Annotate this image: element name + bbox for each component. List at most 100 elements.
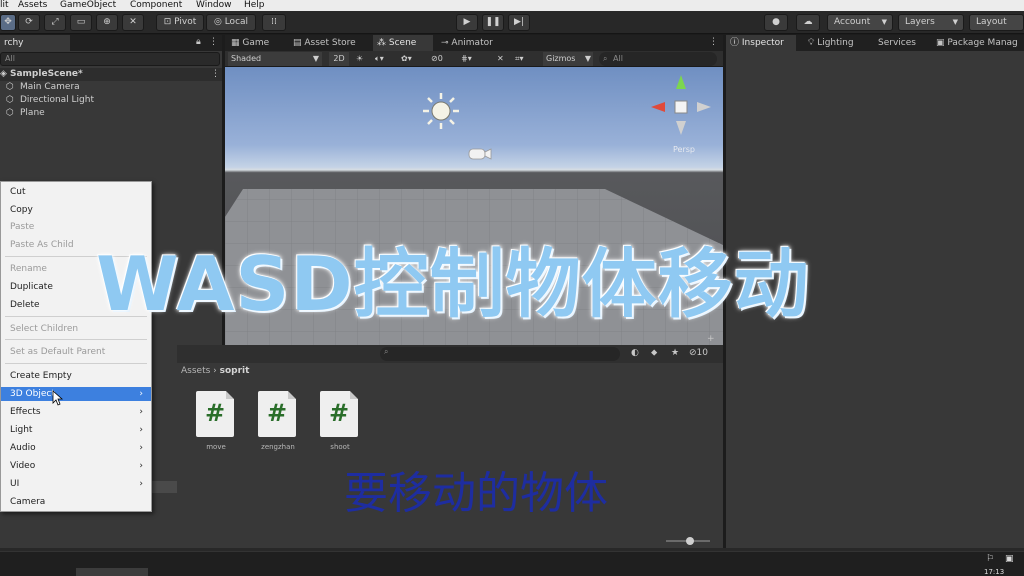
chevron-down-icon: ▼ — [952, 18, 958, 26]
tab-game[interactable]: ▦ Game — [227, 35, 285, 51]
audio-toggle-icon[interactable]: 🔈︎▾ — [375, 52, 397, 66]
more-icon[interactable]: ⋮ — [209, 37, 218, 47]
tab-inspector[interactable]: ⓘ Inspector — [726, 35, 796, 51]
taskbar-app-button[interactable] — [76, 568, 148, 576]
menu-item-label: Rename — [10, 264, 47, 274]
project-toolbar: ⌕ ◐ ⬥ ★ ⊘10 + — [177, 334, 723, 363]
tab-label: Asset Store — [304, 38, 356, 48]
pause-button[interactable]: ❚❚ — [482, 14, 504, 31]
menu-window[interactable]: Window — [196, 0, 232, 11]
tab-label: Inspector — [741, 38, 784, 48]
menu-item-create-empty[interactable]: Create Empty — [1, 369, 151, 383]
menu-item-ui[interactable]: UI › — [1, 477, 151, 491]
tab-services[interactable]: Services — [874, 35, 930, 51]
breadcrumb: Assets › soprit — [181, 366, 249, 376]
tab-package-manager[interactable]: ▣ Package Manag — [932, 35, 1024, 51]
menu-item-effects[interactable]: Effects › — [1, 405, 151, 419]
hierarchy-item-directional-light[interactable]: ⬡ Directional Light — [0, 94, 222, 107]
menu-item-label: Cut — [10, 187, 26, 197]
bulb-icon: 💡︎ — [808, 38, 815, 48]
scale-tool-button[interactable]: ⤢ — [44, 14, 66, 31]
grid-snap-button[interactable]: ⁞⁞ — [262, 14, 286, 31]
scene-row[interactable]: ◈ SampleScene* ⋮ — [0, 68, 222, 81]
rect-tool-button[interactable]: ▭ — [70, 14, 92, 31]
more-icon[interactable]: ⋮ — [211, 68, 220, 81]
pivot-toggle[interactable]: ⊡ Pivot — [156, 14, 204, 31]
tab-lighting[interactable]: 💡︎ Lighting — [804, 35, 868, 51]
breadcrumb-folder[interactable]: soprit — [220, 366, 250, 376]
camera-settings-icon[interactable]: ⌗▾ — [515, 52, 537, 66]
collab-icon[interactable]: ● — [764, 14, 788, 31]
play-button[interactable]: ▶ — [456, 14, 478, 31]
menu-item-video[interactable]: Video › — [1, 459, 151, 473]
account-dropdown[interactable]: Account ▼ — [827, 14, 893, 31]
tab-scene[interactable]: ⁂ Scene — [373, 35, 433, 51]
step-button[interactable]: ▶| — [508, 14, 530, 31]
tab-asset-store[interactable]: ▤ Asset Store — [289, 35, 371, 51]
menu-item-label: Select Children — [10, 324, 79, 334]
tab-hierarchy[interactable]: rchy — [0, 35, 70, 51]
transform-tool-button[interactable]: ⊕ — [96, 14, 118, 31]
hierarchy-scrollbar[interactable] — [152, 481, 177, 493]
menu-gameobject[interactable]: GameObject — [60, 0, 116, 11]
menu-help[interactable]: Help — [244, 0, 265, 11]
asset-file[interactable]: # — [258, 391, 298, 439]
visibility-toggle[interactable]: ⊘0 — [431, 52, 455, 66]
breadcrumb-root[interactable]: Assets — [181, 366, 210, 376]
shading-mode-label: Shaded — [231, 54, 262, 63]
layers-dropdown[interactable]: Layers ▼ — [898, 14, 964, 31]
menu-separator — [5, 363, 147, 364]
slider-thumb[interactable] — [686, 537, 694, 545]
scene-search-input[interactable]: ⌕ All — [599, 52, 717, 66]
asset-file[interactable]: # — [320, 391, 360, 439]
label-icon[interactable]: ⬥ — [651, 348, 657, 358]
local-toggle[interactable]: ◎ Local — [206, 14, 256, 31]
tab-label: Package Manag — [947, 38, 1018, 48]
menu-item-3d-object[interactable]: 3D Object › — [1, 387, 151, 401]
project-search-input[interactable]: ⌕ — [380, 347, 620, 361]
menu-item-copy[interactable]: Copy — [1, 203, 151, 217]
star-icon[interactable]: ★ — [671, 348, 679, 358]
shading-mode-dropdown[interactable]: Shaded ▼ — [228, 52, 322, 66]
projection-label[interactable]: Persp — [673, 145, 695, 154]
menu-edit[interactable]: lit — [0, 0, 9, 11]
gizmos-dropdown[interactable]: Gizmos ▼ — [543, 52, 593, 66]
cloud-icon[interactable]: ☁ — [796, 14, 820, 31]
menu-assets[interactable]: Assets — [18, 0, 47, 11]
2d-toggle[interactable]: 2D — [329, 52, 349, 66]
lock-icon[interactable]: 🔒︎ — [196, 37, 201, 47]
chevron-right-icon: › — [139, 425, 143, 435]
menu-item-audio[interactable]: Audio › — [1, 441, 151, 455]
hierarchy-item-plane[interactable]: ⬡ Plane — [0, 107, 222, 120]
lighting-toggle-icon[interactable]: ☀ — [356, 52, 368, 66]
menu-item-camera[interactable]: Camera — [1, 495, 151, 509]
asset-file[interactable]: # — [196, 391, 236, 439]
effects-toggle-icon[interactable]: ✿▾ — [401, 52, 425, 66]
layout-dropdown[interactable]: Layout — [969, 14, 1024, 31]
tools-toggle-icon[interactable]: ✕ — [497, 52, 509, 66]
custom-tool-button[interactable]: ✕ — [122, 14, 144, 31]
notification-icon[interactable]: ⚐ — [986, 554, 994, 564]
menu-item-set-default-parent[interactable]: Set as Default Parent — [1, 345, 151, 359]
tab-animator[interactable]: ⊸ Animator — [437, 35, 509, 51]
main-toolbar: ✥ ⟳ ⤢ ▭ ⊕ ✕ ⊡ Pivot ◎ Local ⁞⁞ ▶ ❚❚ ▶| ●… — [0, 11, 1024, 34]
layers-label: Layers — [905, 17, 935, 27]
hand-tool-button[interactable]: ✥ — [0, 14, 16, 31]
hierarchy-item-main-camera[interactable]: ⬡ Main Camera — [0, 81, 222, 94]
menu-item-light[interactable]: Light › — [1, 423, 151, 437]
menu-item-cut[interactable]: Cut — [1, 185, 151, 199]
rotate-tool-button[interactable]: ⟳ — [18, 14, 40, 31]
unity-scene-icon: ◈ — [0, 69, 7, 79]
hidden-packages-toggle[interactable]: ⊘10 — [689, 348, 708, 358]
menu-item-label: Duplicate — [10, 282, 53, 292]
more-icon[interactable]: ⋮ — [709, 37, 718, 47]
animator-icon: ⊸ — [441, 38, 449, 48]
hierarchy-item-label: Plane — [20, 108, 45, 118]
tray-icon[interactable]: ▣ — [1005, 554, 1014, 564]
hierarchy-search-input[interactable]: All — [0, 52, 220, 66]
icon-size-slider[interactable] — [666, 537, 710, 545]
grid-toggle-icon[interactable]: ⋕▾ — [461, 52, 489, 66]
menu-component[interactable]: Component — [130, 0, 182, 11]
orientation-gizmo[interactable] — [651, 75, 715, 155]
filter-type-icon[interactable]: ◐ — [631, 348, 639, 358]
